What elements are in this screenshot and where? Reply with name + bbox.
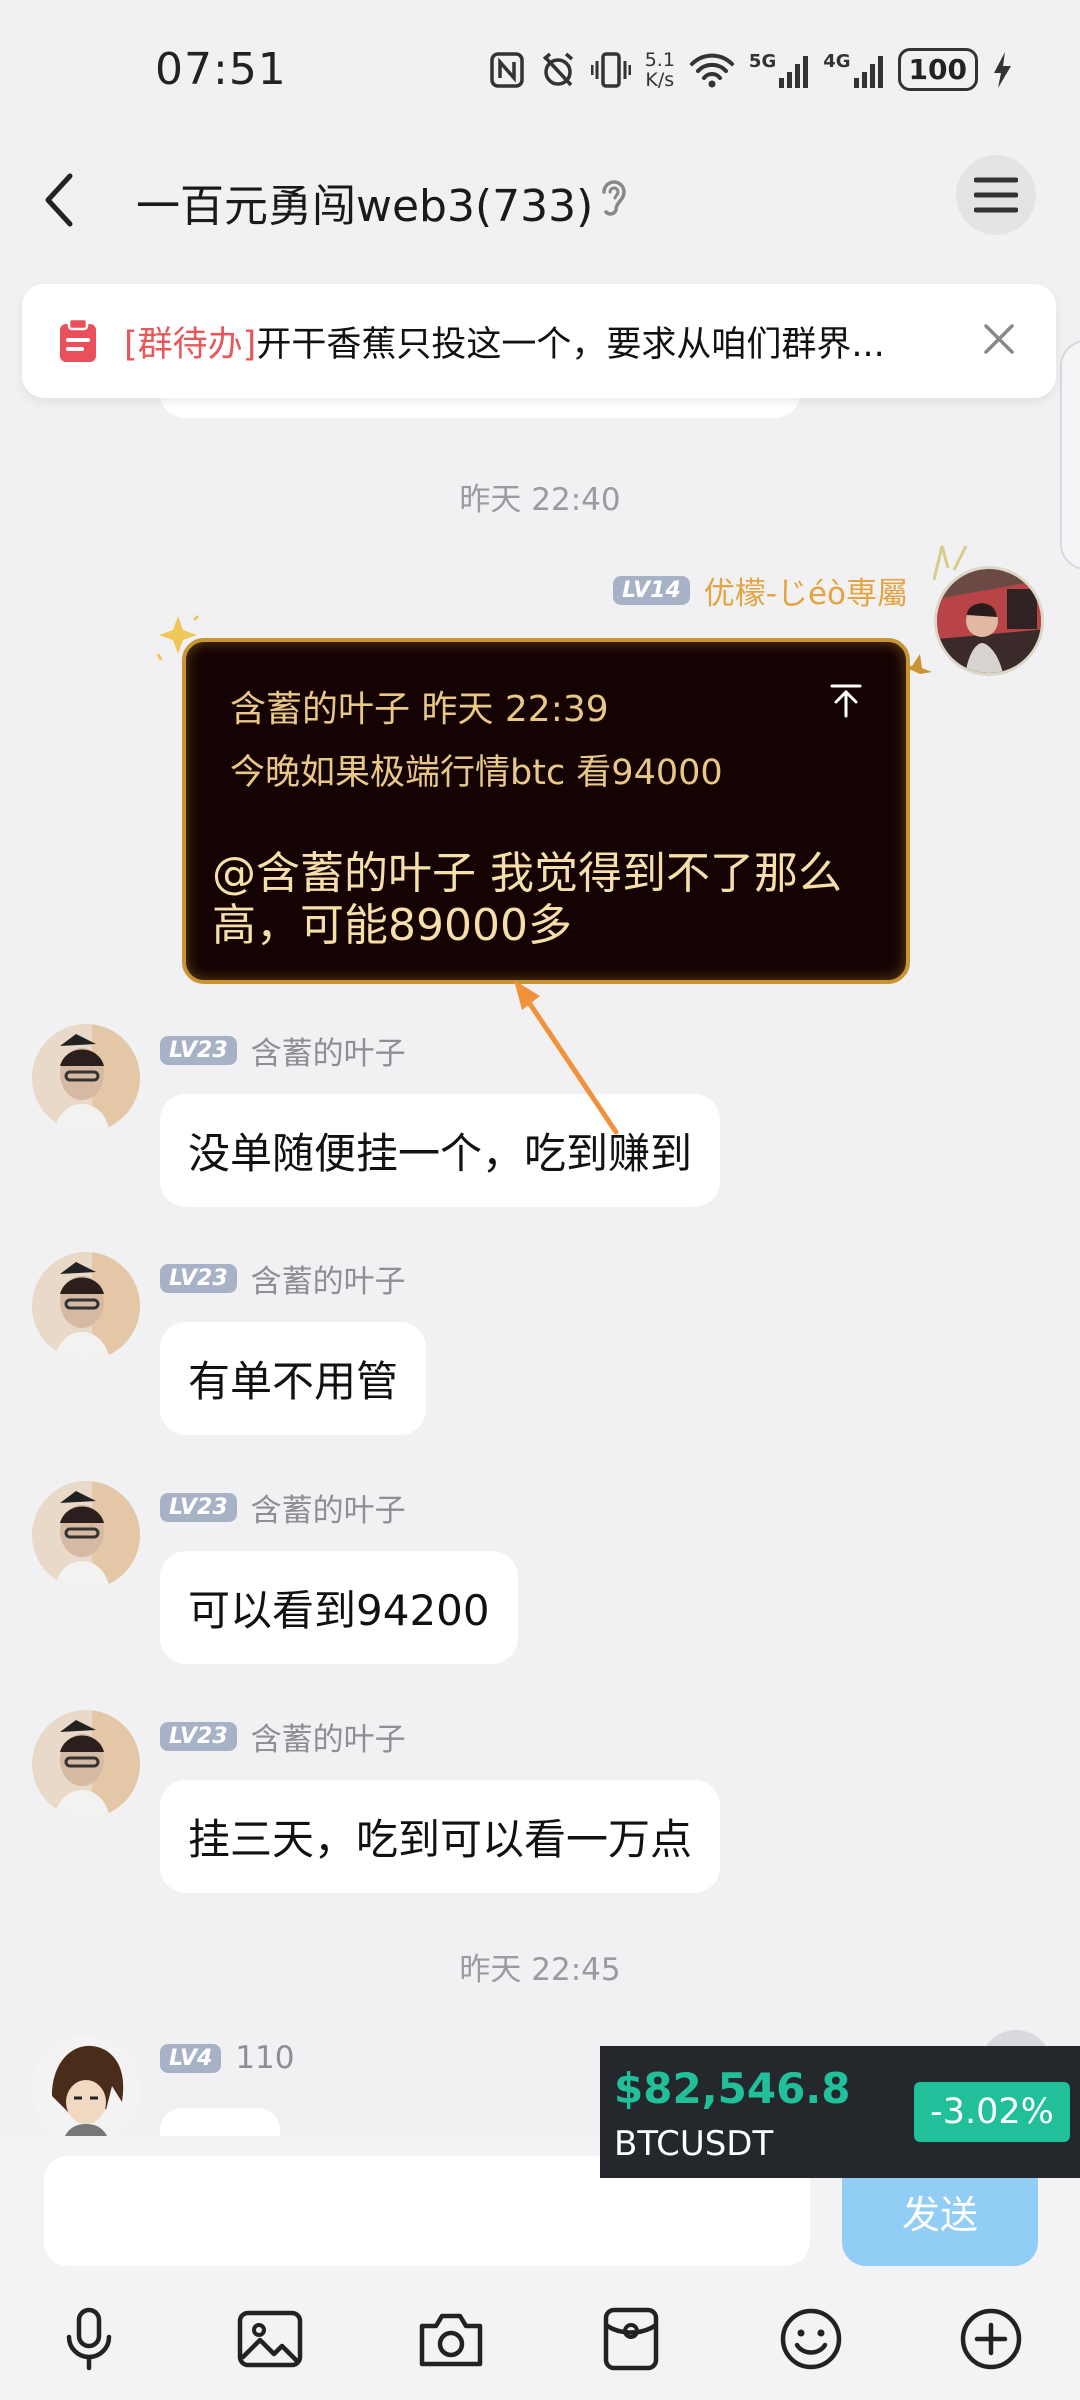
plus-circle-icon xyxy=(960,2308,1022,2370)
close-icon[interactable] xyxy=(982,322,1016,356)
status-icons: 5.1 K/s 5G 4G 100 xyxy=(489,48,1012,91)
vibrate-icon xyxy=(590,51,631,88)
hamburger-icon xyxy=(974,177,1018,213)
status-bar: 07:51 5.1 K/s 5G 4G 100 xyxy=(0,0,1080,140)
time-separator: 昨天 22:40 xyxy=(459,482,621,518)
voice-button[interactable] xyxy=(44,2294,134,2384)
sender-name[interactable]: 含蓄的叶子 xyxy=(251,1028,406,1073)
sender-row: LV23 含蓄的叶子 xyxy=(160,1485,406,1530)
sender-name[interactable]: 优檬-じéò専屬 xyxy=(704,568,908,613)
chat-title: 一百元勇闯web3(733) xyxy=(136,181,594,232)
pinned-todo-banner[interactable]: [群待办] 开干香蕉只投这一个，要求从咱们群界... xyxy=(22,284,1056,398)
price-ticker-widget[interactable]: $82,546.8 BTCUSDT -3.02% xyxy=(600,2046,1080,2178)
more-button[interactable] xyxy=(946,2294,1036,2384)
self-sender-row: LV14 优檬-じéò専屬 xyxy=(613,568,908,613)
avatar[interactable] xyxy=(934,566,1044,676)
ticker-change-badge: -3.02% xyxy=(914,2082,1070,2142)
chevron-left-icon xyxy=(45,173,73,227)
alarm-off-icon xyxy=(542,52,573,86)
sender-row: LV23 含蓄的叶子 xyxy=(160,1256,406,1301)
microphone-icon xyxy=(66,2307,112,2371)
sender-name[interactable]: 含蓄的叶子 xyxy=(251,1485,406,1530)
red-packet-icon xyxy=(603,2307,659,2371)
sparkle-icon xyxy=(932,545,968,580)
clipboard-icon xyxy=(60,318,96,362)
status-time: 07:51 xyxy=(155,44,287,95)
menu-button[interactable] xyxy=(956,155,1036,235)
level-badge: LV14 xyxy=(613,576,690,605)
quote-text: 今晚如果极端行情btc 看94000 xyxy=(230,753,723,793)
sender-name[interactable]: 110 xyxy=(235,2040,294,2076)
reply-text: @含蓄的叶子 我觉得到不了那么高，可能89000多 xyxy=(212,848,842,951)
avatar[interactable] xyxy=(32,2036,140,2144)
battery-indicator: 100 xyxy=(897,48,978,91)
image-icon xyxy=(237,2310,303,2368)
message-bubble[interactable]: 挂三天，吃到可以看一万点 xyxy=(160,1780,721,1893)
message-bubble[interactable]: 可以看到94200 xyxy=(160,1551,518,1664)
jump-to-quote-icon[interactable] xyxy=(830,684,862,718)
camera-icon xyxy=(419,2313,483,2367)
ticker-symbol: BTCUSDT xyxy=(614,2124,774,2164)
signal-5g-icon: 5G xyxy=(749,51,809,88)
net-speed: 5.1 K/s xyxy=(644,48,675,91)
avatar[interactable] xyxy=(32,1710,140,1818)
nfc-icon xyxy=(489,51,524,88)
level-badge: LV23 xyxy=(160,1722,237,1751)
wifi-icon xyxy=(689,53,734,87)
toolbar xyxy=(0,2294,1080,2384)
level-badge: LV23 xyxy=(160,1264,237,1293)
chat-header: 一百元勇闯web3(733) xyxy=(0,140,1080,260)
ticker-price: $82,546.8 xyxy=(614,2064,851,2113)
pinned-text: 开干香蕉只投这一个，要求从咱们群界... xyxy=(256,324,885,365)
sender-row: LV23 含蓄的叶子 xyxy=(160,1714,406,1759)
ear-icon xyxy=(602,180,626,216)
charging-icon xyxy=(994,51,1011,88)
camera-button[interactable] xyxy=(406,2294,496,2384)
back-button[interactable] xyxy=(38,168,98,232)
image-button[interactable] xyxy=(225,2294,315,2384)
sender-row: LV23 含蓄的叶子 xyxy=(160,1028,406,1073)
level-badge: LV23 xyxy=(160,1493,237,1522)
emoji-icon xyxy=(780,2308,842,2370)
message-bubble[interactable]: 没单随便挂一个，吃到赚到 xyxy=(160,1094,721,1207)
avatar[interactable] xyxy=(32,1024,140,1132)
level-badge: LV4 xyxy=(160,2043,222,2073)
emoji-button[interactable] xyxy=(766,2294,856,2384)
avatar[interactable] xyxy=(32,1481,140,1589)
avatar[interactable] xyxy=(32,1252,140,1360)
sender-name[interactable]: 含蓄的叶子 xyxy=(251,1714,406,1759)
level-badge: LV23 xyxy=(160,1036,237,1065)
self-message-bubble[interactable]: 含蓄的叶子 昨天 22:39 今晚如果极端行情btc 看94000 @含蓄的叶子… xyxy=(182,638,910,984)
pinned-tag: [群待办] xyxy=(124,324,257,365)
sender-name[interactable]: 含蓄的叶子 xyxy=(251,1256,406,1301)
red-packet-button[interactable] xyxy=(586,2294,676,2384)
quote-author-time: 含蓄的叶子 昨天 22:39 xyxy=(230,689,609,730)
message-bubble[interactable]: 有单不用管 xyxy=(160,1322,427,1435)
side-drawer-handle[interactable] xyxy=(1060,340,1080,570)
signal-4g-icon: 4G xyxy=(823,51,883,88)
time-separator: 昨天 22:45 xyxy=(459,1952,621,1988)
sender-row: LV4 110 xyxy=(160,2040,295,2076)
